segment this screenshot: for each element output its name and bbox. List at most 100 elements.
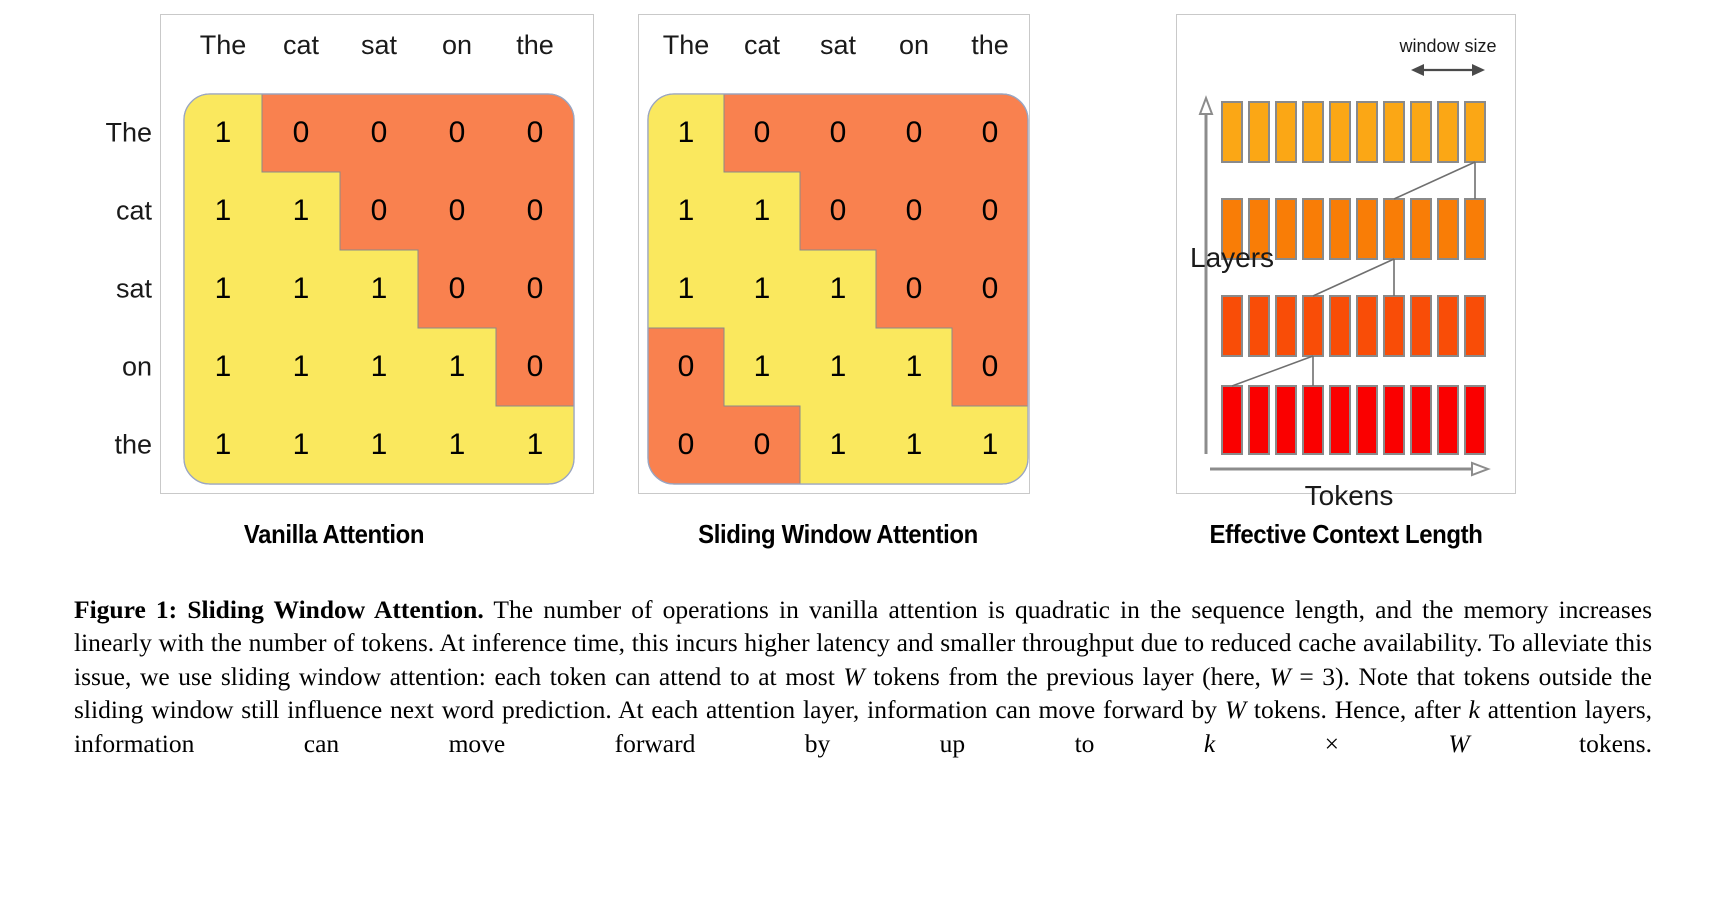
token-bar-layer1-token5 [1356, 295, 1378, 357]
token-bar-layer0-token0 [1221, 385, 1243, 455]
matrix-cell-r3-c2: 1 [370, 350, 388, 383]
caption-var-k-1: k [1468, 695, 1480, 724]
sliding-matrix-cells: 1 0 0 0 0 1 1 0 0 0 1 1 1 0 0 0 1 1 1 0 0 0 1 1 1 [648, 94, 1028, 484]
matrix-cell-r3-c3: 1 [905, 350, 923, 383]
context-panel-title: Effective Context Length [1209, 519, 1483, 549]
token-bar-layer3-token1 [1248, 101, 1270, 163]
token-bar-layer0-token6 [1383, 385, 1405, 455]
figure-caption: Figure 1: Sliding Window Attention. The … [74, 593, 1652, 761]
caption-var-k-2: k [1203, 728, 1216, 758]
panel-vanilla-attention: The cat sat on the The cat sat on the 1000011000… [74, 14, 594, 549]
token-bar-layer1-token9 [1464, 295, 1486, 357]
matrix-cell-r2-c3: 0 [905, 272, 923, 305]
matrix-cell-r3-c2: 1 [829, 350, 847, 383]
caption-body-2: tokens from the previous layer (here, [864, 661, 1270, 691]
token-bar-layer2-token4 [1329, 198, 1351, 260]
token-bar-layer2-token6 [1383, 198, 1405, 260]
matrix-cell-r4-c3: 1 [448, 428, 466, 461]
matrix-cell-r3-c4: 0 [981, 350, 999, 383]
matrix-cell-r0-c4: 0 [981, 116, 999, 149]
token-bar-layer2-token3 [1302, 198, 1324, 260]
token-bar-layer3-token4 [1329, 101, 1351, 163]
caption-body-6: tokens. [1469, 728, 1652, 758]
matrix-cell-r3-c1: 1 [292, 350, 310, 383]
matrix-cell-r4-c1: 1 [292, 428, 310, 461]
token-bar-layer0-token7 [1410, 385, 1432, 455]
panel-sliding-window-attention: The cat sat on the 1000011000111000111000111… [638, 14, 1038, 549]
layers-axis-label: Layers [1190, 242, 1275, 273]
token-bar-layer0-token3 [1302, 385, 1324, 455]
token-bar-layer3-token8 [1437, 101, 1459, 163]
token-bar-layer2-token9 [1464, 198, 1486, 260]
matrix-cell-r1-c1: 1 [292, 194, 310, 227]
matrix-cell-r1-c4: 0 [526, 194, 544, 227]
caption-var-w-2: W [1269, 661, 1291, 691]
matrix-cell-r0-c2: 0 [829, 116, 847, 149]
matrix-cell-r0-c0: 1 [214, 116, 232, 149]
matrix-cell-r1-c3: 0 [905, 194, 923, 227]
matrix-cell-r2-c4: 0 [981, 272, 999, 305]
matrix-cell-r4-c0: 0 [677, 428, 695, 461]
token-bar-layer1-token2 [1275, 295, 1297, 357]
matrix-cell-r2-c2: 1 [370, 272, 388, 305]
window-size-label: window size [1399, 36, 1497, 56]
token-bar-layer3-token0 [1221, 101, 1243, 163]
token-bar-layer0-token5 [1356, 385, 1378, 455]
matrix-cell-r1-c3: 0 [448, 194, 466, 227]
token-bar-layer1-token0 [1221, 295, 1243, 357]
double-arrow-horizontal-icon-right [1472, 64, 1485, 76]
panels-row: The cat sat on the The cat sat on the 1000011000… [0, 0, 1726, 560]
caption-equals: = [1290, 661, 1323, 691]
flow-connector-4 [1393, 161, 1476, 200]
token-bar-layer1-token7 [1410, 295, 1432, 357]
caption-var-w-1: W [843, 661, 865, 691]
matrix-cell-r4-c2: 1 [370, 428, 388, 461]
token-bar-layer1-token3 [1302, 295, 1324, 357]
token-bar-layer3-token9 [1464, 101, 1486, 163]
matrix-cell-r4-c3: 1 [905, 428, 923, 461]
caption-bold-title: Sliding Window Attention. [187, 594, 484, 624]
token-bar-layer3-token3 [1302, 101, 1324, 163]
matrix-cell-r0-c2: 0 [370, 116, 388, 149]
token-bar-layer0-token2 [1275, 385, 1297, 455]
sliding-panel-title: Sliding Window Attention [698, 519, 978, 549]
matrix-cell-r1-c2: 0 [829, 194, 847, 227]
matrix-cell-r4-c2: 1 [829, 428, 847, 461]
matrix-cell-r0-c1: 0 [753, 116, 771, 149]
matrix-cell-r2-c1: 1 [292, 272, 310, 305]
matrix-cell-r3-c1: 1 [753, 350, 771, 383]
token-bar-layer2-token5 [1356, 198, 1378, 260]
token-bar-layer3-token5 [1356, 101, 1378, 163]
token-bar-layer1-token6 [1383, 295, 1405, 357]
matrix-cell-r2-c0: 1 [214, 272, 232, 305]
token-bar-layer1-token1 [1248, 295, 1270, 357]
caption-body-4: tokens. Hence, after [1246, 695, 1469, 724]
matrix-cell-r2-c1: 1 [753, 272, 771, 305]
matrix-cell-r1-c0: 1 [677, 194, 695, 227]
caption-figure-label: Figure 1: [74, 594, 178, 624]
arrow-up-icon [1198, 95, 1214, 115]
matrix-cell-r0-c3: 0 [905, 116, 923, 149]
matrix-cell-r3-c4: 0 [526, 350, 544, 383]
matrix-cell-r4-c1: 0 [753, 428, 771, 461]
token-bar-layer0-token4 [1329, 385, 1351, 455]
token-bar-layer0-token9 [1464, 385, 1486, 455]
token-bar-layer3-token6 [1383, 101, 1405, 163]
vanilla-panel-title: Vanilla Attention [243, 519, 425, 549]
matrix-cell-r0-c0: 1 [677, 116, 695, 149]
matrix-cell-r1-c2: 0 [370, 194, 388, 227]
matrix-cell-r0-c3: 0 [448, 116, 466, 149]
token-bar-layer1-token4 [1329, 295, 1351, 357]
matrix-cell-r2-c0: 1 [677, 272, 695, 305]
token-bar-layer3-token2 [1275, 101, 1297, 163]
matrix-cell-r1-c1: 1 [753, 194, 771, 227]
matrix-cell-r0-c4: 0 [526, 116, 544, 149]
matrix-cell-r3-c3: 1 [448, 350, 466, 383]
matrix-cell-r4-c4: 1 [526, 428, 544, 461]
token-bar-layer2-token7 [1410, 198, 1432, 260]
token-bar-layer1-token8 [1437, 295, 1459, 357]
token-bar-layer2-token2 [1275, 198, 1297, 260]
token-bar-layer2-token8 [1437, 198, 1459, 260]
token-bar-layer0-token1 [1248, 385, 1270, 455]
caption-number-3: 3 [1322, 661, 1336, 691]
